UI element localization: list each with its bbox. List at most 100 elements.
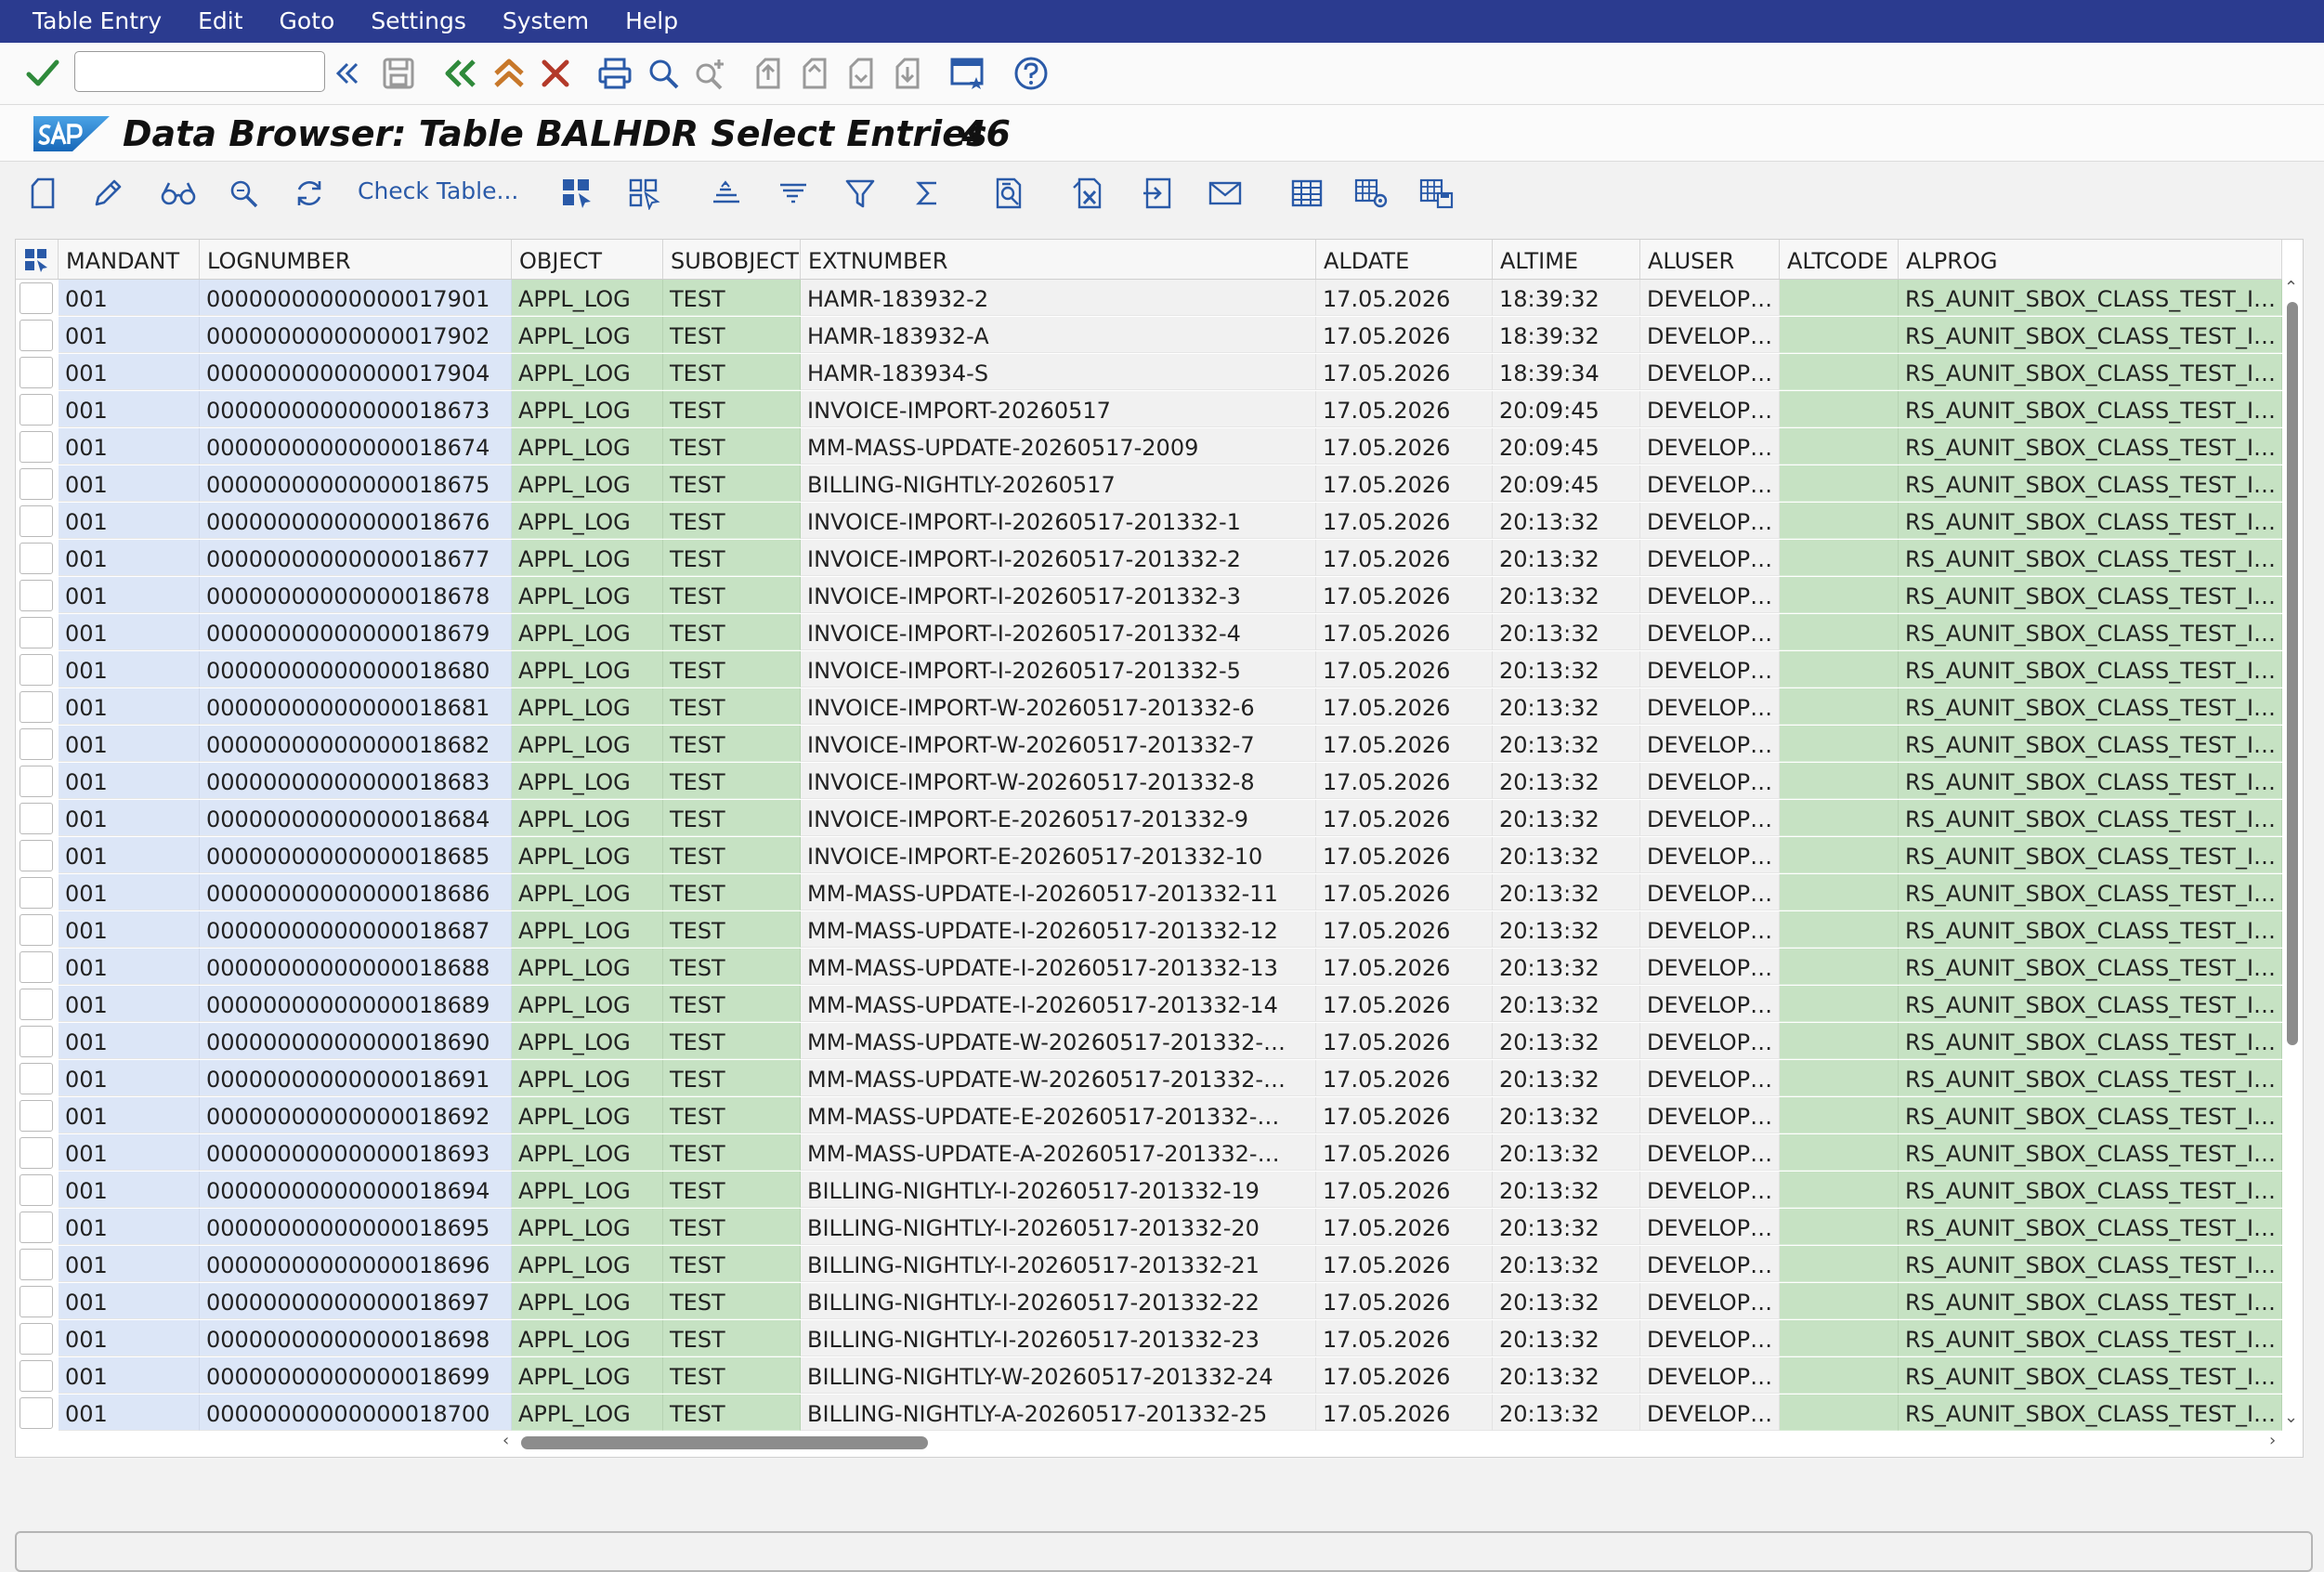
menu-edit[interactable]: Edit: [165, 0, 242, 43]
cell-lognumber[interactable]: 00000000000000018681: [200, 688, 512, 725]
cell-altcode[interactable]: [1780, 1023, 1899, 1059]
sort-ascending-icon[interactable]: [708, 175, 745, 212]
cell-extnumber[interactable]: BILLING-NIGHTLY-I-20260517-201332-20: [801, 1209, 1316, 1245]
cell-extnumber[interactable]: BILLING-NIGHTLY-20260517: [801, 465, 1316, 502]
cell-extnumber[interactable]: BILLING-NIGHTLY-I-20260517-201332-22: [801, 1283, 1316, 1319]
cell-lognumber[interactable]: 00000000000000017902: [200, 317, 512, 353]
cell-altime[interactable]: 20:13:32: [1493, 1283, 1640, 1319]
row-selector[interactable]: [20, 431, 53, 463]
cell-mandant[interactable]: 001: [59, 1023, 200, 1059]
row-selector[interactable]: [20, 951, 53, 983]
cell-lognumber[interactable]: 00000000000000018678: [200, 577, 512, 613]
cell-lognumber[interactable]: 00000000000000018697: [200, 1283, 512, 1319]
cell-altcode[interactable]: [1780, 726, 1899, 762]
cell-altcode[interactable]: [1780, 391, 1899, 427]
cell-alprog[interactable]: RS_AUNIT_SBOX_CLASS_TEST_INT: [1899, 1209, 2282, 1245]
cell-altcode[interactable]: [1780, 317, 1899, 353]
cell-subobject[interactable]: TEST: [663, 465, 801, 502]
cell-aluser[interactable]: DEVELOPER: [1640, 986, 1780, 1022]
cell-mandant[interactable]: 001: [59, 1395, 200, 1431]
cell-lognumber[interactable]: 00000000000000018679: [200, 614, 512, 650]
cell-subobject[interactable]: TEST: [663, 726, 801, 762]
cell-extnumber[interactable]: BILLING-NIGHTLY-A-20260517-201332-25: [801, 1395, 1316, 1431]
row-selector[interactable]: [20, 1063, 53, 1094]
cell-lognumber[interactable]: 00000000000000018693: [200, 1134, 512, 1171]
last-page-icon[interactable]: [888, 55, 929, 92]
cell-aldate[interactable]: 17.05.2026: [1316, 1172, 1493, 1208]
cell-aluser[interactable]: DEVELOPER: [1640, 1320, 1780, 1356]
cell-extnumber[interactable]: BILLING-NIGHTLY-I-20260517-201332-21: [801, 1246, 1316, 1282]
deselect-all-icon[interactable]: [624, 175, 663, 212]
cell-altime[interactable]: 20:13:32: [1493, 949, 1640, 985]
cell-alprog[interactable]: RS_AUNIT_SBOX_CLASS_TEST_INT: [1899, 837, 2282, 873]
cell-alprog[interactable]: RS_AUNIT_SBOX_CLASS_TEST_INT: [1899, 577, 2282, 613]
cell-aluser[interactable]: DEVELOPER: [1640, 1172, 1780, 1208]
cell-aldate[interactable]: 17.05.2026: [1316, 1060, 1493, 1096]
cell-subobject[interactable]: TEST: [663, 317, 801, 353]
cell-object[interactable]: APPL_LOG: [512, 1283, 663, 1319]
filter-icon[interactable]: [842, 175, 879, 212]
cell-lognumber[interactable]: 00000000000000018674: [200, 428, 512, 465]
row-selector[interactable]: [20, 468, 53, 500]
table-row[interactable]: 001 00000000000000018699 APPL_LOG TEST BILLI…: [16, 1357, 2282, 1395]
table-row[interactable]: 001 00000000000000018685 APPL_LOG TEST INVOI…: [16, 837, 2282, 874]
table-row[interactable]: 001 00000000000000018691 APPL_LOG TEST MM-MA…: [16, 1060, 2282, 1097]
cell-mandant[interactable]: 001: [59, 986, 200, 1022]
cell-object[interactable]: APPL_LOG: [512, 726, 663, 762]
row-selector[interactable]: [20, 320, 53, 351]
cell-lognumber[interactable]: 00000000000000018695: [200, 1209, 512, 1245]
cell-extnumber[interactable]: INVOICE-IMPORT-W-20260517-201332-7: [801, 726, 1316, 762]
cell-lognumber[interactable]: 00000000000000018682: [200, 726, 512, 762]
cell-altcode[interactable]: [1780, 1246, 1899, 1282]
cell-object[interactable]: APPL_LOG: [512, 800, 663, 836]
cell-aldate[interactable]: 17.05.2026: [1316, 540, 1493, 576]
cell-altcode[interactable]: [1780, 1060, 1899, 1096]
cell-lognumber[interactable]: 00000000000000018692: [200, 1097, 512, 1133]
row-selector[interactable]: [20, 877, 53, 909]
cell-mandant[interactable]: 001: [59, 651, 200, 688]
vertical-scrollbar[interactable]: ⌃ ⌄: [2282, 280, 2301, 1428]
row-selector[interactable]: [20, 1323, 53, 1355]
cell-altcode[interactable]: [1780, 651, 1899, 688]
table-row[interactable]: 001 00000000000000018688 APPL_LOG TEST MM-MA…: [16, 949, 2282, 986]
row-selector[interactable]: [20, 989, 53, 1020]
cell-mandant[interactable]: 001: [59, 1246, 200, 1282]
cell-aluser[interactable]: DEVELOPER: [1640, 1246, 1780, 1282]
table-row[interactable]: 001 00000000000000018683 APPL_LOG TEST INVOI…: [16, 763, 2282, 800]
cell-altcode[interactable]: [1780, 986, 1899, 1022]
scroll-down-icon[interactable]: ⌄: [2284, 1409, 2298, 1426]
cell-aldate[interactable]: 17.05.2026: [1316, 1097, 1493, 1133]
cell-alprog[interactable]: RS_AUNIT_SBOX_CLASS_TEST_INT: [1899, 391, 2282, 427]
collapse-command-field-icon[interactable]: [331, 57, 364, 90]
previous-page-icon[interactable]: [795, 55, 836, 92]
cell-aluser[interactable]: DEVELOPER: [1640, 763, 1780, 799]
cell-object[interactable]: APPL_LOG: [512, 391, 663, 427]
cell-aluser[interactable]: DEVELOPER: [1640, 911, 1780, 948]
cell-altcode[interactable]: [1780, 1097, 1899, 1133]
exit-icon[interactable]: [489, 55, 529, 92]
cell-aldate[interactable]: 17.05.2026: [1316, 726, 1493, 762]
cell-subobject[interactable]: TEST: [663, 1134, 801, 1171]
cell-aldate[interactable]: 17.05.2026: [1316, 688, 1493, 725]
cell-alprog[interactable]: RS_AUNIT_SBOX_CLASS_TEST_INT: [1899, 317, 2282, 353]
cell-aluser[interactable]: DEVELOPER: [1640, 1023, 1780, 1059]
cell-altime[interactable]: 20:13:32: [1493, 1395, 1640, 1431]
cell-altcode[interactable]: [1780, 911, 1899, 948]
cell-alprog[interactable]: RS_AUNIT_SBOX_CLASS_TEST_INT: [1899, 800, 2282, 836]
cell-altcode[interactable]: [1780, 280, 1899, 316]
cell-altime[interactable]: 20:13:32: [1493, 911, 1640, 948]
cell-aldate[interactable]: 17.05.2026: [1316, 614, 1493, 650]
back-icon[interactable]: [440, 55, 481, 92]
cell-aluser[interactable]: DEVELOPER: [1640, 1097, 1780, 1133]
cell-altime[interactable]: 20:13:32: [1493, 1209, 1640, 1245]
table-row[interactable]: 001 00000000000000018696 APPL_LOG TEST BILLI…: [16, 1246, 2282, 1283]
cell-altime[interactable]: 20:13:32: [1493, 1357, 1640, 1394]
cell-alprog[interactable]: RS_AUNIT_SBOX_CLASS_TEST_INT: [1899, 1320, 2282, 1356]
cell-aluser[interactable]: DEVELOPER: [1640, 800, 1780, 836]
cell-mandant[interactable]: 001: [59, 1357, 200, 1394]
cell-altime[interactable]: 20:09:45: [1493, 428, 1640, 465]
cell-object[interactable]: APPL_LOG: [512, 651, 663, 688]
cell-aldate[interactable]: 17.05.2026: [1316, 1134, 1493, 1171]
row-selector[interactable]: [20, 766, 53, 797]
row-selector[interactable]: [20, 654, 53, 686]
